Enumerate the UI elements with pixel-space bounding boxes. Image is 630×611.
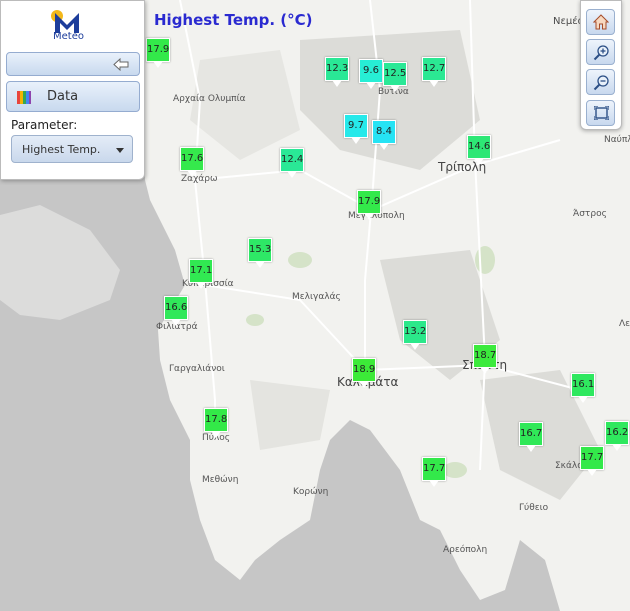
- data-button[interactable]: Data: [6, 81, 140, 112]
- station-marker[interactable]: 15.3: [248, 238, 272, 268]
- station-marker[interactable]: 12.7: [422, 57, 446, 87]
- place-label: Σκάλα: [555, 461, 584, 471]
- place-label: Κορώνη: [293, 487, 329, 497]
- place-label: Ναύπλ: [604, 135, 630, 145]
- arrow-left-icon: [113, 58, 129, 71]
- station-marker[interactable]: 16.6: [164, 296, 188, 326]
- control-panel: Meteo Data Parameter: Highest Temp.: [0, 0, 145, 180]
- station-marker[interactable]: 16.1: [571, 373, 595, 403]
- station-marker[interactable]: 17.7: [580, 446, 604, 476]
- place-label: Λε: [619, 319, 630, 329]
- place-label: Άστρος: [573, 209, 607, 219]
- caret-down-icon: [116, 148, 124, 153]
- station-marker[interactable]: 18.9: [352, 358, 376, 388]
- logo-text: Meteo: [53, 31, 84, 42]
- station-marker[interactable]: 16.7: [519, 422, 543, 452]
- collapse-panel-button[interactable]: [6, 52, 140, 76]
- station-marker[interactable]: 9.6: [359, 59, 383, 89]
- station-marker[interactable]: 17.8: [204, 408, 228, 438]
- place-label: Γαργαλιάνοι: [169, 364, 225, 374]
- color-palette-icon: [17, 91, 31, 104]
- home-icon: [593, 14, 609, 30]
- parameter-select[interactable]: Highest Temp.: [11, 135, 133, 163]
- station-marker[interactable]: 18.7: [473, 344, 497, 374]
- place-label: Αρεόπολη: [443, 545, 488, 555]
- fullscreen-icon: [594, 106, 609, 120]
- parameter-select-value: Highest Temp.: [22, 143, 101, 156]
- place-label: Μελιγαλάς: [292, 292, 341, 302]
- parameter-label: Parameter:: [11, 118, 78, 132]
- station-marker[interactable]: 12.5: [383, 62, 407, 92]
- home-button[interactable]: [586, 9, 615, 35]
- zoom-in-icon: [593, 45, 609, 61]
- zoom-out-icon: [593, 75, 609, 91]
- station-marker[interactable]: 9.7: [344, 114, 368, 144]
- map-title: Highest Temp. (°C): [154, 11, 313, 29]
- station-marker[interactable]: 16.2: [605, 421, 629, 451]
- station-marker[interactable]: 17.7: [422, 457, 446, 487]
- zoom-out-button[interactable]: [586, 69, 615, 95]
- place-label: Αρχαία Ολυμπία: [173, 94, 246, 104]
- station-marker[interactable]: 17.1: [189, 259, 213, 289]
- place-label: Μεθώνη: [202, 475, 239, 485]
- station-marker[interactable]: 17.9: [146, 38, 170, 68]
- map-canvas[interactable]: Νεμέα Αρχαία Ολυμπία Βυτίνα Τρίπολη Ναύπ…: [0, 0, 630, 611]
- station-marker[interactable]: 12.4: [280, 148, 304, 178]
- station-marker[interactable]: 13.2: [403, 320, 427, 350]
- station-marker[interactable]: 17.9: [357, 190, 381, 220]
- zoom-in-button[interactable]: [586, 39, 615, 65]
- map-toolbar: [580, 0, 622, 130]
- station-marker[interactable]: 14.6: [467, 135, 491, 165]
- fullscreen-button[interactable]: [586, 100, 615, 126]
- station-marker[interactable]: 12.3: [325, 57, 349, 87]
- data-button-label: Data: [47, 89, 79, 104]
- station-marker[interactable]: 17.6: [180, 147, 204, 177]
- place-label: Γύθειο: [519, 503, 549, 513]
- station-marker[interactable]: 8.4: [372, 120, 396, 150]
